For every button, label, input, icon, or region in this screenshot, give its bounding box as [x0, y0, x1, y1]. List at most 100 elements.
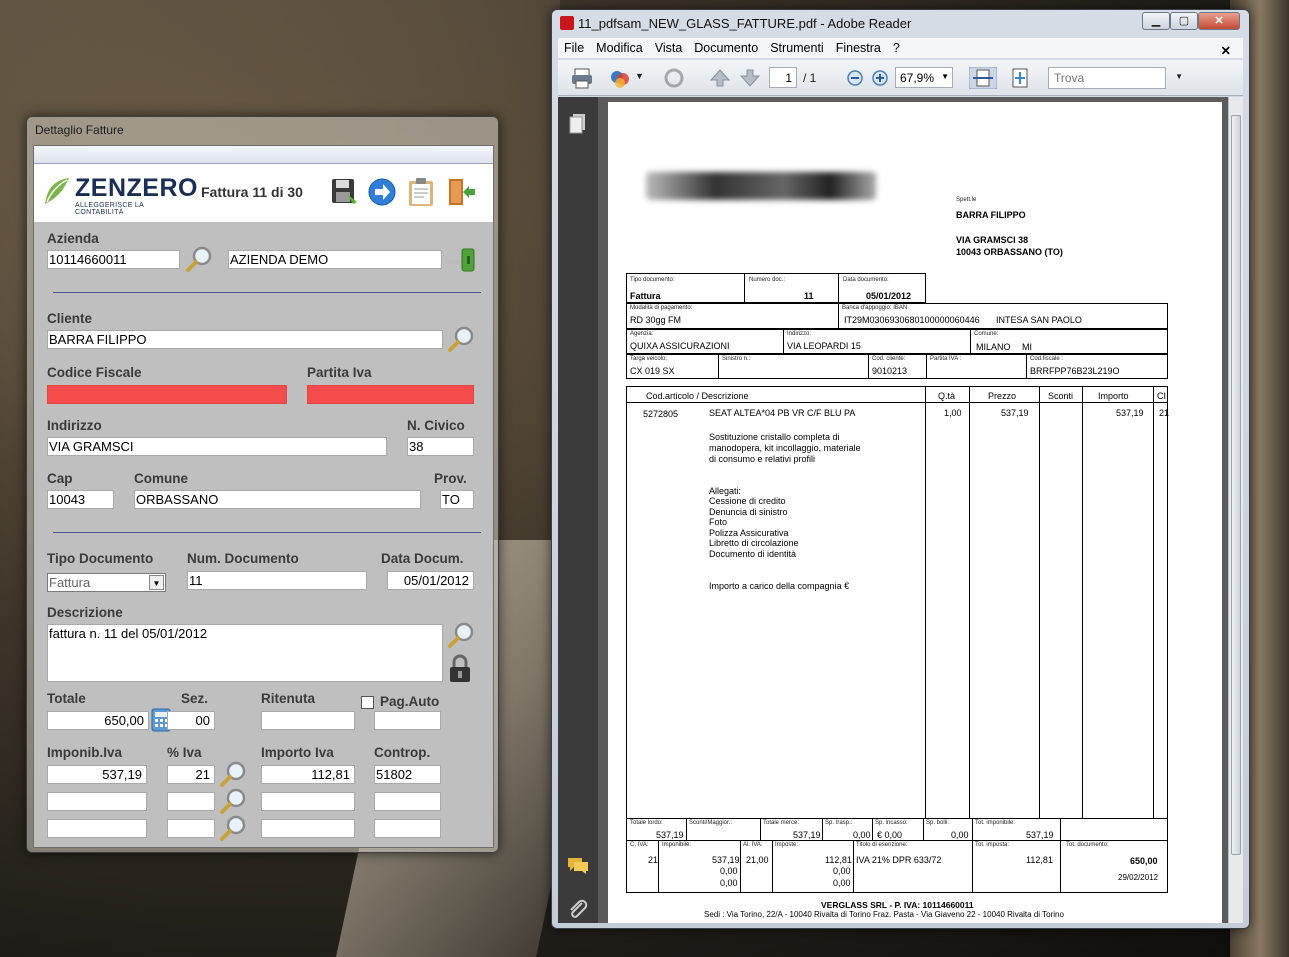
prov-field[interactable]: TO [440, 490, 474, 509]
share-dropdown-icon[interactable]: ▼ [635, 71, 644, 81]
menu-finestra[interactable]: Finestra [830, 38, 887, 55]
attachment-icon[interactable] [568, 899, 588, 919]
data-documento-field[interactable]: 05/01/2012 [387, 571, 474, 590]
iva-perc-field[interactable] [167, 792, 215, 811]
next-page-icon[interactable] [738, 67, 762, 89]
sez-field[interactable]: 00 [167, 711, 215, 730]
window-title[interactable]: Dettaglio Fatture [27, 117, 498, 141]
menu-vista[interactable]: Vista [649, 38, 689, 55]
page-number-input[interactable]: 1 [769, 67, 797, 88]
iva-perc-field[interactable]: 21 [167, 765, 215, 784]
menu-documento[interactable]: Documento [688, 38, 764, 55]
rotate-icon[interactable] [662, 67, 686, 89]
pages-panel-icon[interactable] [569, 113, 587, 135]
comments-icon[interactable] [567, 857, 589, 875]
comune-label: Comune [134, 471, 188, 486]
page-total: / 1 [803, 71, 817, 85]
pdf-allegati-line: Polizza Assicurativa [709, 528, 789, 538]
scrollbar-thumb[interactable] [1231, 115, 1241, 855]
clipboard-icon[interactable] [406, 176, 436, 208]
iva-controp-field[interactable] [374, 819, 441, 838]
pdf-line [822, 818, 823, 840]
minimize-button[interactable]: ▁ [1142, 12, 1170, 30]
vertical-scrollbar[interactable] [1228, 97, 1243, 923]
print-icon[interactable] [570, 67, 594, 89]
iva-importo-field[interactable] [261, 792, 355, 811]
divider [53, 292, 481, 293]
search-descrizione-icon[interactable] [446, 620, 476, 650]
zoom-out-icon[interactable] [843, 67, 867, 89]
pdf-comune: MILANO [976, 342, 1011, 352]
iva-imponib-field[interactable] [47, 792, 147, 811]
azienda-code-field[interactable]: 10114660011 [47, 250, 180, 269]
fit-page-icon[interactable] [1008, 67, 1032, 89]
ritenuta-field[interactable] [261, 711, 355, 730]
pdf-al-iva: 21,00 [746, 855, 769, 865]
pdf-banca: INTESA SAN PAOLO [996, 315, 1082, 325]
totale-field[interactable]: 650,00 [47, 711, 149, 730]
zoom-level-select[interactable]: 67,9% ▼ [895, 67, 953, 88]
chevron-down-icon[interactable]: ▼ [1175, 72, 1183, 81]
maximize-button[interactable]: ▢ [1170, 12, 1198, 30]
tipo-documento-select[interactable]: Fattura ▼ [47, 573, 166, 592]
iva-perc-field[interactable] [167, 819, 215, 838]
comune-field[interactable]: ORBASSANO [134, 490, 421, 509]
menu-file[interactable]: File [558, 38, 590, 55]
find-input[interactable]: Trova ▼ [1048, 67, 1183, 89]
pdf-line [718, 354, 719, 379]
iva-controp-field[interactable]: 51802 [374, 765, 441, 784]
pdf-line [926, 354, 927, 379]
cap-field[interactable]: 10043 [47, 490, 114, 509]
search-iva-icon[interactable] [218, 786, 248, 816]
partita-iva-field[interactable] [307, 385, 474, 404]
num-documento-field[interactable]: 11 [187, 571, 367, 590]
iva-importo-field[interactable] [261, 819, 355, 838]
pdf-cod-cliente-label: Cod. cliente: [872, 356, 906, 362]
pdf-line [658, 840, 659, 893]
indirizzo-field[interactable]: VIA GRAMSCI [47, 437, 387, 456]
close-button[interactable]: ✕ [1198, 12, 1240, 30]
save-icon[interactable] [329, 176, 359, 208]
pag-auto-checkbox[interactable] [361, 696, 374, 709]
iva-controp-field[interactable] [374, 792, 441, 811]
civico-field[interactable]: 38 [407, 437, 474, 456]
descrizione-field[interactable]: fattura n. 11 del 05/01/2012 [47, 624, 443, 682]
lock-icon[interactable] [447, 654, 473, 684]
azienda-name-field[interactable]: AZIENDA DEMO [228, 250, 442, 269]
close-document-icon[interactable]: ✕ [1215, 40, 1237, 58]
chevron-down-icon[interactable]: ▼ [941, 72, 949, 81]
pdf-tot-doc-date: 29/02/2012 [1118, 873, 1159, 882]
iva-imponib-field[interactable]: 537,19 [47, 765, 147, 784]
menu-strumenti[interactable]: Strumenti [764, 38, 830, 55]
next-arrow-icon[interactable] [367, 176, 397, 208]
pdf-tot-imposta: 112,81 [1026, 855, 1053, 865]
codice-fiscale-field[interactable] [47, 385, 287, 404]
share-icon[interactable] [608, 67, 632, 89]
search-iva-icon[interactable] [218, 759, 248, 789]
cliente-field[interactable]: BARRA FILIPPO [47, 330, 443, 349]
chevron-down-icon[interactable]: ▼ [149, 575, 164, 590]
azienda-link-icon[interactable] [446, 246, 476, 272]
exit-door-icon[interactable] [446, 176, 476, 208]
menu-help[interactable]: ? [887, 38, 906, 55]
iva-importo-field[interactable]: 112,81 [261, 765, 355, 784]
reader-titlebar[interactable]: 11_pdfsam_NEW_GLASS_FATTURE.pdf - Adobe … [560, 16, 911, 31]
search-iva-icon[interactable] [218, 813, 248, 843]
search-cliente-icon[interactable] [446, 324, 476, 354]
previous-page-icon[interactable] [708, 67, 732, 89]
pdf-agenzia: QUIXA ASSICURAZIONI [630, 341, 730, 351]
menu-modifica[interactable]: Modifica [590, 38, 649, 55]
pdf-imponibile-value: 0,00 [720, 866, 738, 876]
pdf-line [740, 840, 741, 893]
zoom-in-icon[interactable] [868, 67, 892, 89]
iva-imponib-field[interactable] [47, 819, 147, 838]
pdf-targa-label: Targa veicolo: [630, 356, 668, 362]
pdf-footer-company: VERGLASS SRL - P. IVA: 10114660011 [821, 900, 974, 910]
pdf-mod-pag: RD 30gg FM [630, 315, 682, 325]
fit-width-icon[interactable] [969, 67, 997, 89]
pdf-imponibile-value: 0,00 [720, 878, 738, 888]
pag-auto-field[interactable] [374, 711, 441, 730]
pdf-sp-trasp: 0,00 [853, 830, 871, 840]
perc-iva-label: % Iva [167, 745, 202, 760]
search-azienda-icon[interactable] [184, 244, 214, 274]
